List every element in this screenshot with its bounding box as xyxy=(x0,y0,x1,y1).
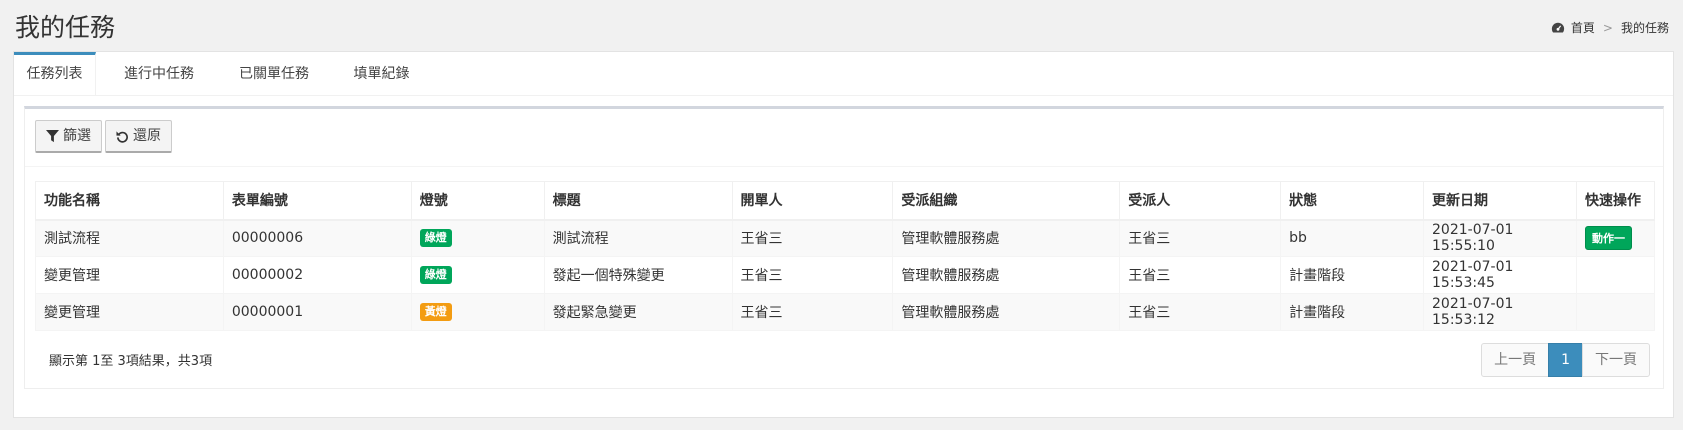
reset-label: 還原 xyxy=(133,127,161,144)
table-cell: 測試流程 xyxy=(35,219,224,257)
filter-button[interactable]: 篩選 xyxy=(35,120,102,153)
filter-label: 篩選 xyxy=(63,127,91,144)
page-title: 我的任務 xyxy=(15,13,116,42)
table-cell: 綠燈 xyxy=(410,256,545,294)
breadcrumb-separator: > xyxy=(1602,20,1613,35)
table-cell: 王省三 xyxy=(1119,256,1282,294)
table-cell: 00000001 xyxy=(222,293,412,331)
table-cell: 變更管理 xyxy=(35,256,224,294)
table-row[interactable]: 變更管理 00000002 綠燈 發起一個特殊變更 王省三 管理軟體服務處 王省… xyxy=(35,256,1656,294)
table-cell: 00000002 xyxy=(222,256,412,294)
breadcrumb-current: 我的任務 xyxy=(1620,21,1669,35)
table-cell: 管理軟體服務處 xyxy=(892,293,1121,331)
column-header[interactable]: 標題 xyxy=(543,181,733,221)
table-cell: 黃燈 xyxy=(410,293,545,331)
tab-in-progress[interactable]: 進行中任務 xyxy=(104,52,214,96)
table-cell: 計畫階段 xyxy=(1280,293,1425,331)
tab-closed[interactable]: 已關單任務 xyxy=(219,52,329,96)
reset-button[interactable]: 還原 xyxy=(105,120,172,153)
table-cell: 發起一個特殊變更 xyxy=(543,256,733,294)
table-header-row: 功能名稱 表單編號 燈號 標題 開單人 受派組織 受派人 狀態 更新日期 快速操… xyxy=(35,181,1656,221)
table-cell: 發起緊急變更 xyxy=(543,293,733,331)
breadcrumb-home-label: 首頁 xyxy=(1570,21,1595,35)
table-cell: 王省三 xyxy=(1119,293,1282,331)
table-cell: 綠燈 xyxy=(410,219,545,257)
table-cell: 2021-07-01 15:53:45 xyxy=(1423,256,1577,294)
column-header[interactable]: 表單編號 xyxy=(222,181,412,221)
status-badge: 綠燈 xyxy=(419,229,452,248)
action-one-button[interactable]: 動作一 xyxy=(1584,226,1632,251)
column-header[interactable]: 更新日期 xyxy=(1423,181,1577,221)
prev-page-button[interactable]: 上一頁 xyxy=(1481,343,1550,377)
table-cell: 王省三 xyxy=(731,219,894,257)
tab-fill-records[interactable]: 填單紀錄 xyxy=(334,52,429,96)
tab-bar: 任務列表 進行中任務 已關單任務 填單紀錄 xyxy=(14,52,1673,96)
table-cell: 變更管理 xyxy=(35,293,224,331)
page-1-button[interactable]: 1 xyxy=(1548,343,1583,377)
table-cell: 管理軟體服務處 xyxy=(892,256,1121,294)
breadcrumb-home[interactable]: 首頁 xyxy=(1551,19,1595,36)
table-cell: 00000006 xyxy=(222,219,412,257)
table-cell: 王省三 xyxy=(731,256,894,294)
toolbar: 篩選 還原 xyxy=(25,109,1663,167)
column-header[interactable]: 狀態 xyxy=(1280,181,1425,221)
column-header[interactable]: 受派組織 xyxy=(892,181,1121,221)
table-cell: 動作一 xyxy=(1575,219,1656,257)
task-table: 功能名稱 表單編號 燈號 標題 開單人 受派組織 受派人 狀態 更新日期 快速操… xyxy=(35,181,1656,331)
column-header[interactable]: 燈號 xyxy=(410,181,545,221)
table-cell xyxy=(1575,256,1656,294)
table-row[interactable]: 變更管理 00000001 黃燈 發起緊急變更 王省三 管理軟體服務處 王省三 … xyxy=(35,293,1656,331)
next-page-button[interactable]: 下一頁 xyxy=(1582,343,1650,377)
table-cell: 2021-07-01 15:53:12 xyxy=(1423,293,1577,331)
table-cell: 管理軟體服務處 xyxy=(892,219,1121,257)
table-cell xyxy=(1575,293,1656,331)
column-header[interactable]: 開單人 xyxy=(731,181,894,221)
filter-icon xyxy=(46,129,59,142)
table-cell: 2021-07-01 15:55:10 xyxy=(1423,219,1577,257)
task-panel: 任務列表 進行中任務 已關單任務 填單紀錄 篩選 還原 功能名稱 表單編號 燈號… xyxy=(13,51,1674,418)
status-badge: 黃燈 xyxy=(419,303,452,321)
pagination-info: 顯示第 1至 3項結果，共3項 xyxy=(49,354,213,369)
column-header[interactable]: 功能名稱 xyxy=(35,181,224,221)
table-cell: 計畫階段 xyxy=(1280,256,1425,294)
table-cell: 測試流程 xyxy=(543,219,733,257)
column-header[interactable]: 受派人 xyxy=(1119,181,1282,221)
undo-icon xyxy=(116,130,128,143)
task-list-panel: 篩選 還原 功能名稱 表單編號 燈號 標題 開單人 受派組織 受派人 狀態 更新… xyxy=(24,106,1664,389)
table-cell: bb xyxy=(1280,219,1425,257)
table-cell: 王省三 xyxy=(731,293,894,331)
table-cell: 王省三 xyxy=(1119,219,1282,257)
status-badge: 綠燈 xyxy=(419,266,452,284)
pagination: 上一頁 1 下一頁 xyxy=(1481,343,1650,377)
table-row[interactable]: 測試流程 00000006 綠燈 測試流程 王省三 管理軟體服務處 王省三 bb… xyxy=(35,219,1656,257)
column-header: 快速操作 xyxy=(1575,181,1656,221)
tab-task-list[interactable]: 任務列表 xyxy=(14,52,96,96)
breadcrumb: 首頁 > 我的任務 xyxy=(1551,19,1669,36)
dashboard-icon xyxy=(1551,22,1565,32)
